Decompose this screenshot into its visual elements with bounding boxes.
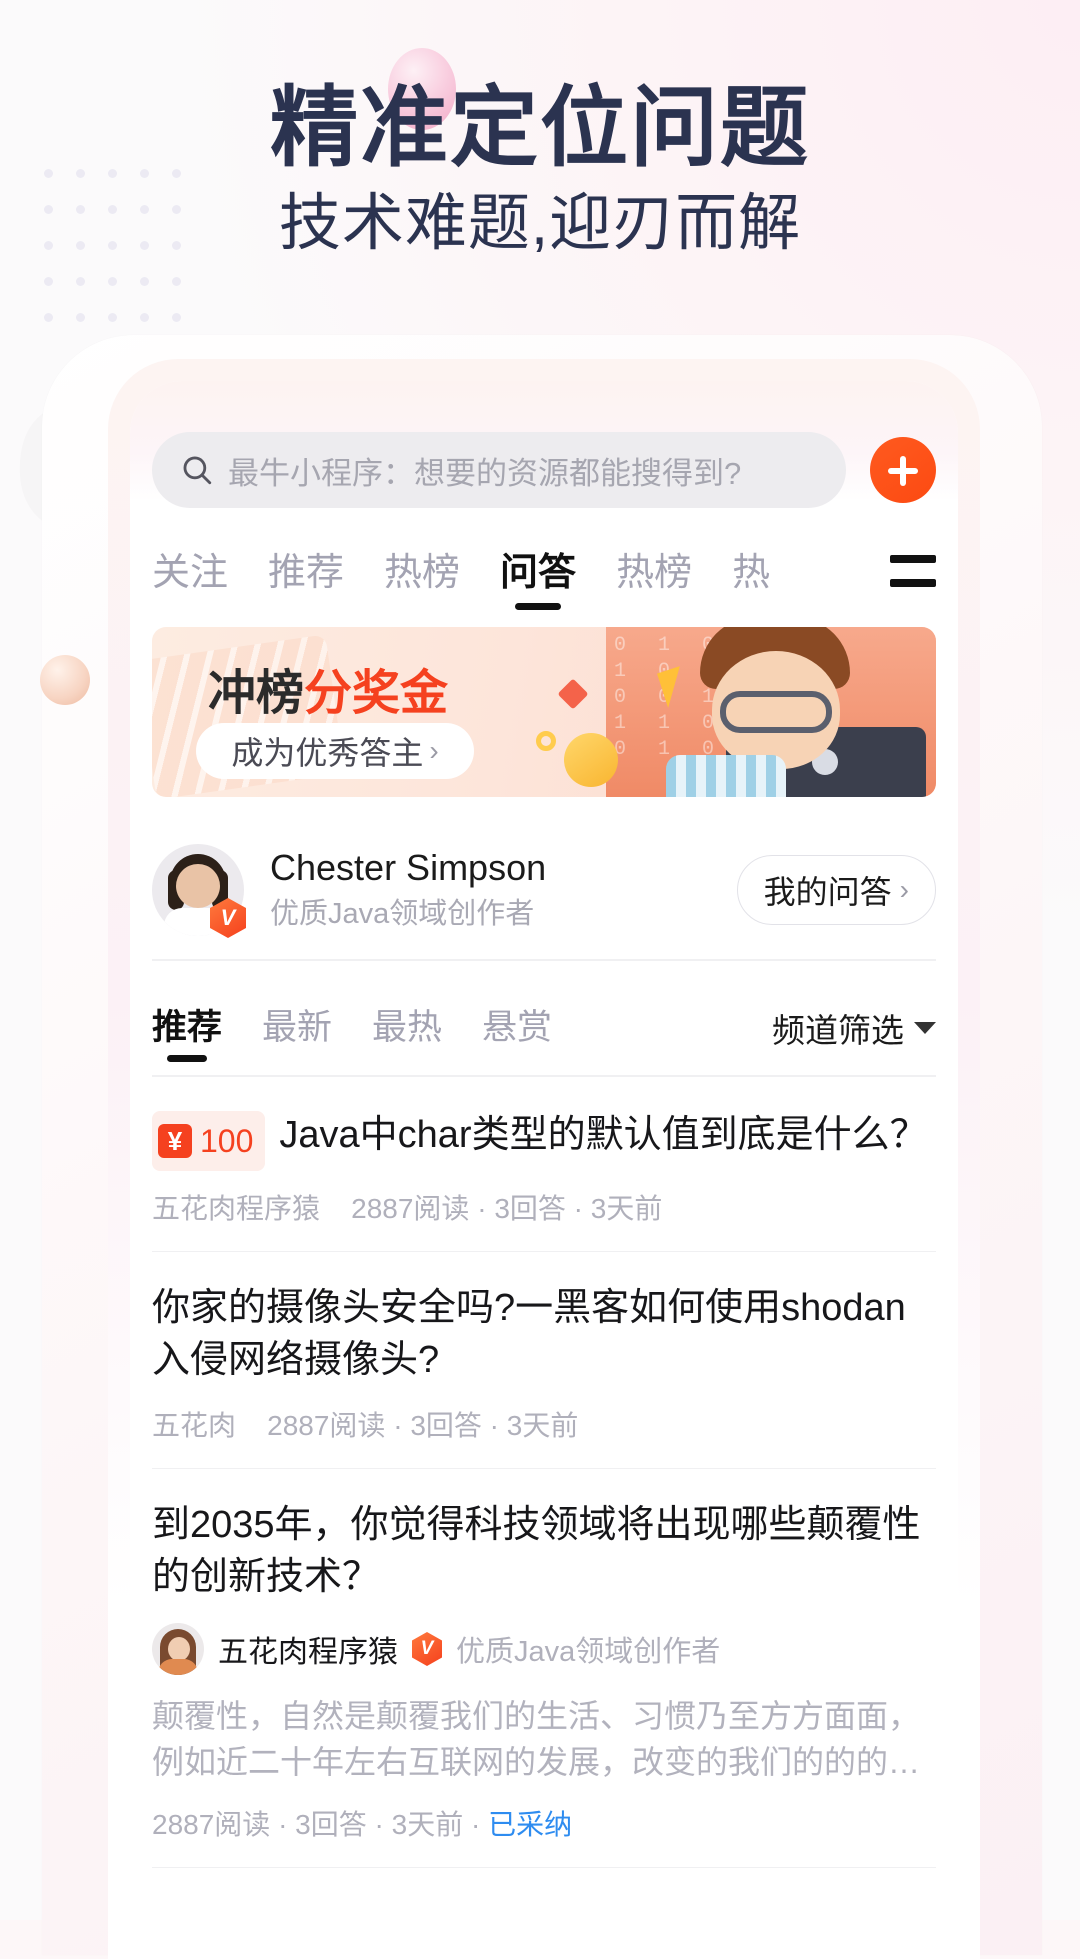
tab-rebang-1[interactable]: 热榜	[384, 541, 460, 602]
bounty-amount: 100	[200, 1123, 254, 1159]
chevron-down-icon	[914, 1022, 936, 1034]
small-coin-icon	[536, 731, 556, 751]
character-body	[666, 755, 786, 797]
my-qa-label: 我的问答	[763, 874, 892, 910]
bounty-badge: ¥ 100	[152, 1111, 266, 1171]
search-placeholder: 最牛小程序：想要的资源都能搜得到?	[228, 455, 742, 491]
headline-part-1: 精准定	[269, 78, 540, 177]
avatar	[152, 1623, 204, 1675]
verified-badge-icon: V	[412, 1632, 442, 1666]
question-stats: 2887阅读 · 3回答 · 3天前	[267, 1410, 579, 1441]
channel-filter-label: 频道筛选	[772, 1012, 904, 1049]
question-list: ¥ 100 Java中char类型的默认值到底是什么？ 五花肉程序猿 2887阅…	[152, 1079, 936, 1868]
promo-banner[interactable]: 0 1 0 0 11 0 1 0 00 0 1 1 01 1 0 0 10 1 …	[152, 627, 936, 797]
question-author: 五花肉程序猿	[152, 1193, 321, 1224]
app-screen: 最牛小程序：想要的资源都能搜得到? 关注 推荐 热榜 问答 热榜 热 0 1 0…	[130, 381, 958, 1959]
tab-guanzhu[interactable]: 关注	[152, 541, 228, 602]
question-title: 到2035年，你觉得科技领域将出现哪些颠覆性的创新技术？	[152, 1504, 921, 1598]
hamburger-menu-icon[interactable]	[890, 553, 936, 591]
question-title: 你家的摄像头安全吗?一黑客如何使用shodan入侵网络摄像头?	[152, 1287, 906, 1381]
subtab-tuijian[interactable]: 推荐	[152, 999, 222, 1058]
search-input[interactable]: 最牛小程序：想要的资源都能搜得到?	[152, 432, 846, 508]
question-excerpt: 颠覆性，自然是颠覆我们的生活、习惯乃至方方面面，例如近二十年左右互联网的发展，改…	[152, 1698, 921, 1780]
question-author: 五花肉程序猿	[218, 1636, 398, 1669]
page-title: 精准定 位问题	[0, 78, 1080, 178]
subtab-xuanshang[interactable]: 悬赏	[482, 999, 552, 1058]
chevron-right-icon: ›	[899, 874, 909, 905]
headline-part-2: 位问	[539, 78, 720, 177]
question-meta: 五花肉程序猿 2887阅读 · 3回答 · 3天前	[152, 1187, 936, 1227]
banner-title-accent: 分奖金	[304, 667, 449, 720]
add-post-button[interactable]	[870, 437, 936, 503]
question-author-row[interactable]: 五花肉程序猿 V 优质Java领域创作者	[152, 1623, 936, 1675]
banner-cta-button[interactable]: 成为优秀答主 ›	[196, 723, 474, 779]
banner-illustration: 0 1 0 0 11 0 1 0 00 0 1 1 01 1 0 0 10 1 …	[606, 627, 936, 797]
user-subtitle: 优质Java领域创作者	[270, 898, 535, 930]
headline-part-3: 题	[720, 78, 811, 177]
user-profile-row[interactable]: V Chester Simpson 优质Java领域创作者 我的问答 ›	[152, 823, 936, 957]
question-title-row: 你家的摄像头安全吗?一黑客如何使用shodan入侵网络摄像头?	[152, 1282, 936, 1386]
sort-tabs[interactable]: 推荐 最新 最热 悬赏 频道筛选	[152, 981, 936, 1075]
channel-filter-button[interactable]: 频道筛选	[772, 1004, 936, 1052]
question-title: Java中char类型的默认值到底是什么？	[279, 1114, 928, 1156]
hero-section: 精准定 位问题 技术难题,迎刃而解	[0, 0, 1080, 330]
subtab-zuixin[interactable]: 最新	[262, 999, 332, 1058]
tab-rebang-3[interactable]: 热	[732, 541, 770, 602]
headline-highlight-wrap: 位问	[540, 78, 720, 178]
question-title-row: 到2035年，你觉得科技领域将出现哪些颠覆性的创新技术？	[152, 1499, 936, 1603]
tab-wenda[interactable]: 问答	[500, 541, 576, 602]
status-badge: 已采纳	[488, 1809, 573, 1840]
banner-cta-label: 成为优秀答主	[231, 735, 424, 771]
question-item[interactable]: 到2035年，你觉得科技领域将出现哪些颠覆性的创新技术？ 五花肉程序猿 V 优质…	[152, 1469, 936, 1868]
my-qa-button[interactable]: 我的问答 ›	[736, 855, 936, 925]
question-stats: 2887阅读 · 3回答 · 3天前	[351, 1193, 663, 1224]
tab-tuijian[interactable]: 推荐	[268, 541, 344, 602]
chevron-right-icon: ›	[429, 735, 439, 766]
phone-bezel: 最牛小程序：想要的资源都能搜得到? 关注 推荐 热榜 问答 热榜 热 0 1 0…	[108, 359, 980, 1959]
character-glasses	[720, 691, 832, 733]
search-icon	[183, 456, 212, 485]
phone-frame: 最牛小程序：想要的资源都能搜得到? 关注 推荐 热榜 问答 热榜 热 0 1 0…	[42, 335, 1042, 1959]
decorative-side-ball	[40, 655, 90, 705]
divider	[152, 959, 936, 961]
question-meta: 五花肉 2887阅读 · 3回答 · 3天前	[152, 1404, 936, 1444]
tab-rebang-2[interactable]: 热榜	[616, 541, 692, 602]
page-subtitle: 技术难题,迎刃而解	[278, 189, 802, 258]
avatar-wrap: V	[152, 844, 246, 938]
subtab-zuire[interactable]: 最热	[372, 999, 442, 1058]
user-name: Chester Simpson	[270, 847, 547, 888]
decorative-diamond	[557, 678, 589, 710]
question-author-title: 优质Java领域创作者	[456, 1636, 721, 1668]
question-stats: 2887阅读 · 3回答 · 3天前 ·	[152, 1809, 489, 1840]
question-item[interactable]: 你家的摄像头安全吗?一黑客如何使用shodan入侵网络摄像头? 五花肉 2887…	[152, 1252, 936, 1469]
banner-title: 冲榜分奖金	[208, 653, 448, 723]
question-item[interactable]: ¥ 100 Java中char类型的默认值到底是什么？ 五花肉程序猿 2887阅…	[152, 1079, 936, 1252]
question-meta: 2887阅读 · 3回答 · 3天前 · 已采纳	[152, 1803, 936, 1843]
user-text: Chester Simpson 优质Java领域创作者	[270, 844, 546, 936]
question-title-row: ¥ 100 Java中char类型的默认值到底是什么？	[152, 1109, 936, 1171]
yen-icon: ¥	[158, 1124, 192, 1158]
question-author: 五花肉	[152, 1410, 237, 1441]
coin-icon	[564, 733, 618, 787]
search-row: 最牛小程序：想要的资源都能搜得到?	[130, 429, 958, 511]
divider	[152, 1075, 936, 1077]
banner-title-dark: 冲榜	[208, 667, 305, 720]
